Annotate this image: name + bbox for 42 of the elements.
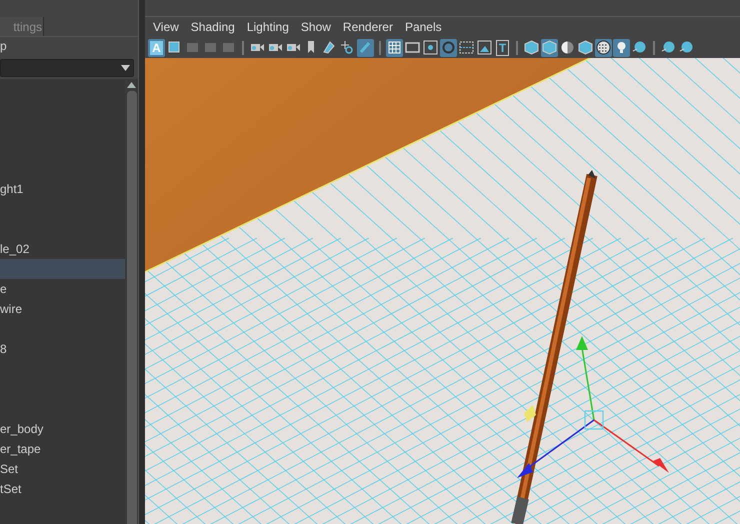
cube-button[interactable]: [523, 38, 540, 56]
image-button[interactable]: [476, 38, 493, 56]
half-sphere-icon: [559, 39, 576, 56]
scrollbar-thumb[interactable]: [126, 91, 136, 524]
menu-item[interactable]: Show: [294, 18, 337, 36]
scroll-up-icon[interactable]: [127, 82, 136, 88]
brush-button[interactable]: [357, 38, 374, 56]
outliner-row[interactable]: er_body: [0, 419, 125, 439]
dashed-frame-icon: [458, 39, 475, 56]
outliner-row[interactable]: wire: [0, 299, 125, 319]
ring-button[interactable]: [440, 38, 457, 56]
menu-item[interactable]: Panels: [398, 18, 448, 36]
ring-icon: [440, 39, 457, 56]
outliner-row[interactable]: 8: [0, 339, 125, 359]
outliner-row[interactable]: er_tape: [0, 439, 125, 459]
grid-icon: [386, 39, 403, 56]
outliner-row[interactable]: le_02: [0, 239, 125, 259]
outliner-row[interactable]: e: [0, 279, 125, 299]
checker-icon: [595, 39, 612, 56]
cube-button[interactable]: [577, 38, 594, 56]
outliner-row[interactable]: tSet: [0, 479, 125, 499]
outliner-row[interactable]: ght1: [0, 179, 125, 199]
dashed-frame-button[interactable]: [458, 38, 475, 56]
caret-icon: [121, 65, 130, 71]
menu-item[interactable]: View: [147, 18, 185, 36]
cube-icon: [541, 39, 558, 56]
scrollbar[interactable]: [125, 79, 138, 524]
cube-icon: [523, 39, 540, 56]
cube-button[interactable]: [541, 38, 558, 56]
image-icon: [476, 39, 493, 56]
menu-item[interactable]: Lighting: [240, 18, 295, 36]
grid-button[interactable]: [386, 38, 403, 56]
menu-item[interactable]: Shading: [184, 18, 241, 36]
cube-icon: [577, 39, 594, 56]
half-sphere-button[interactable]: [559, 38, 576, 56]
dot-button[interactable]: [422, 38, 439, 56]
light-bulb-button[interactable]: [613, 38, 630, 56]
panel-label: p: [0, 38, 8, 55]
checker-button[interactable]: [595, 38, 612, 56]
menu-item[interactable]: Renderer: [336, 18, 399, 36]
outliner-row[interactable]: Set: [0, 459, 125, 479]
toolbar-button[interactable]: T: [494, 38, 511, 56]
